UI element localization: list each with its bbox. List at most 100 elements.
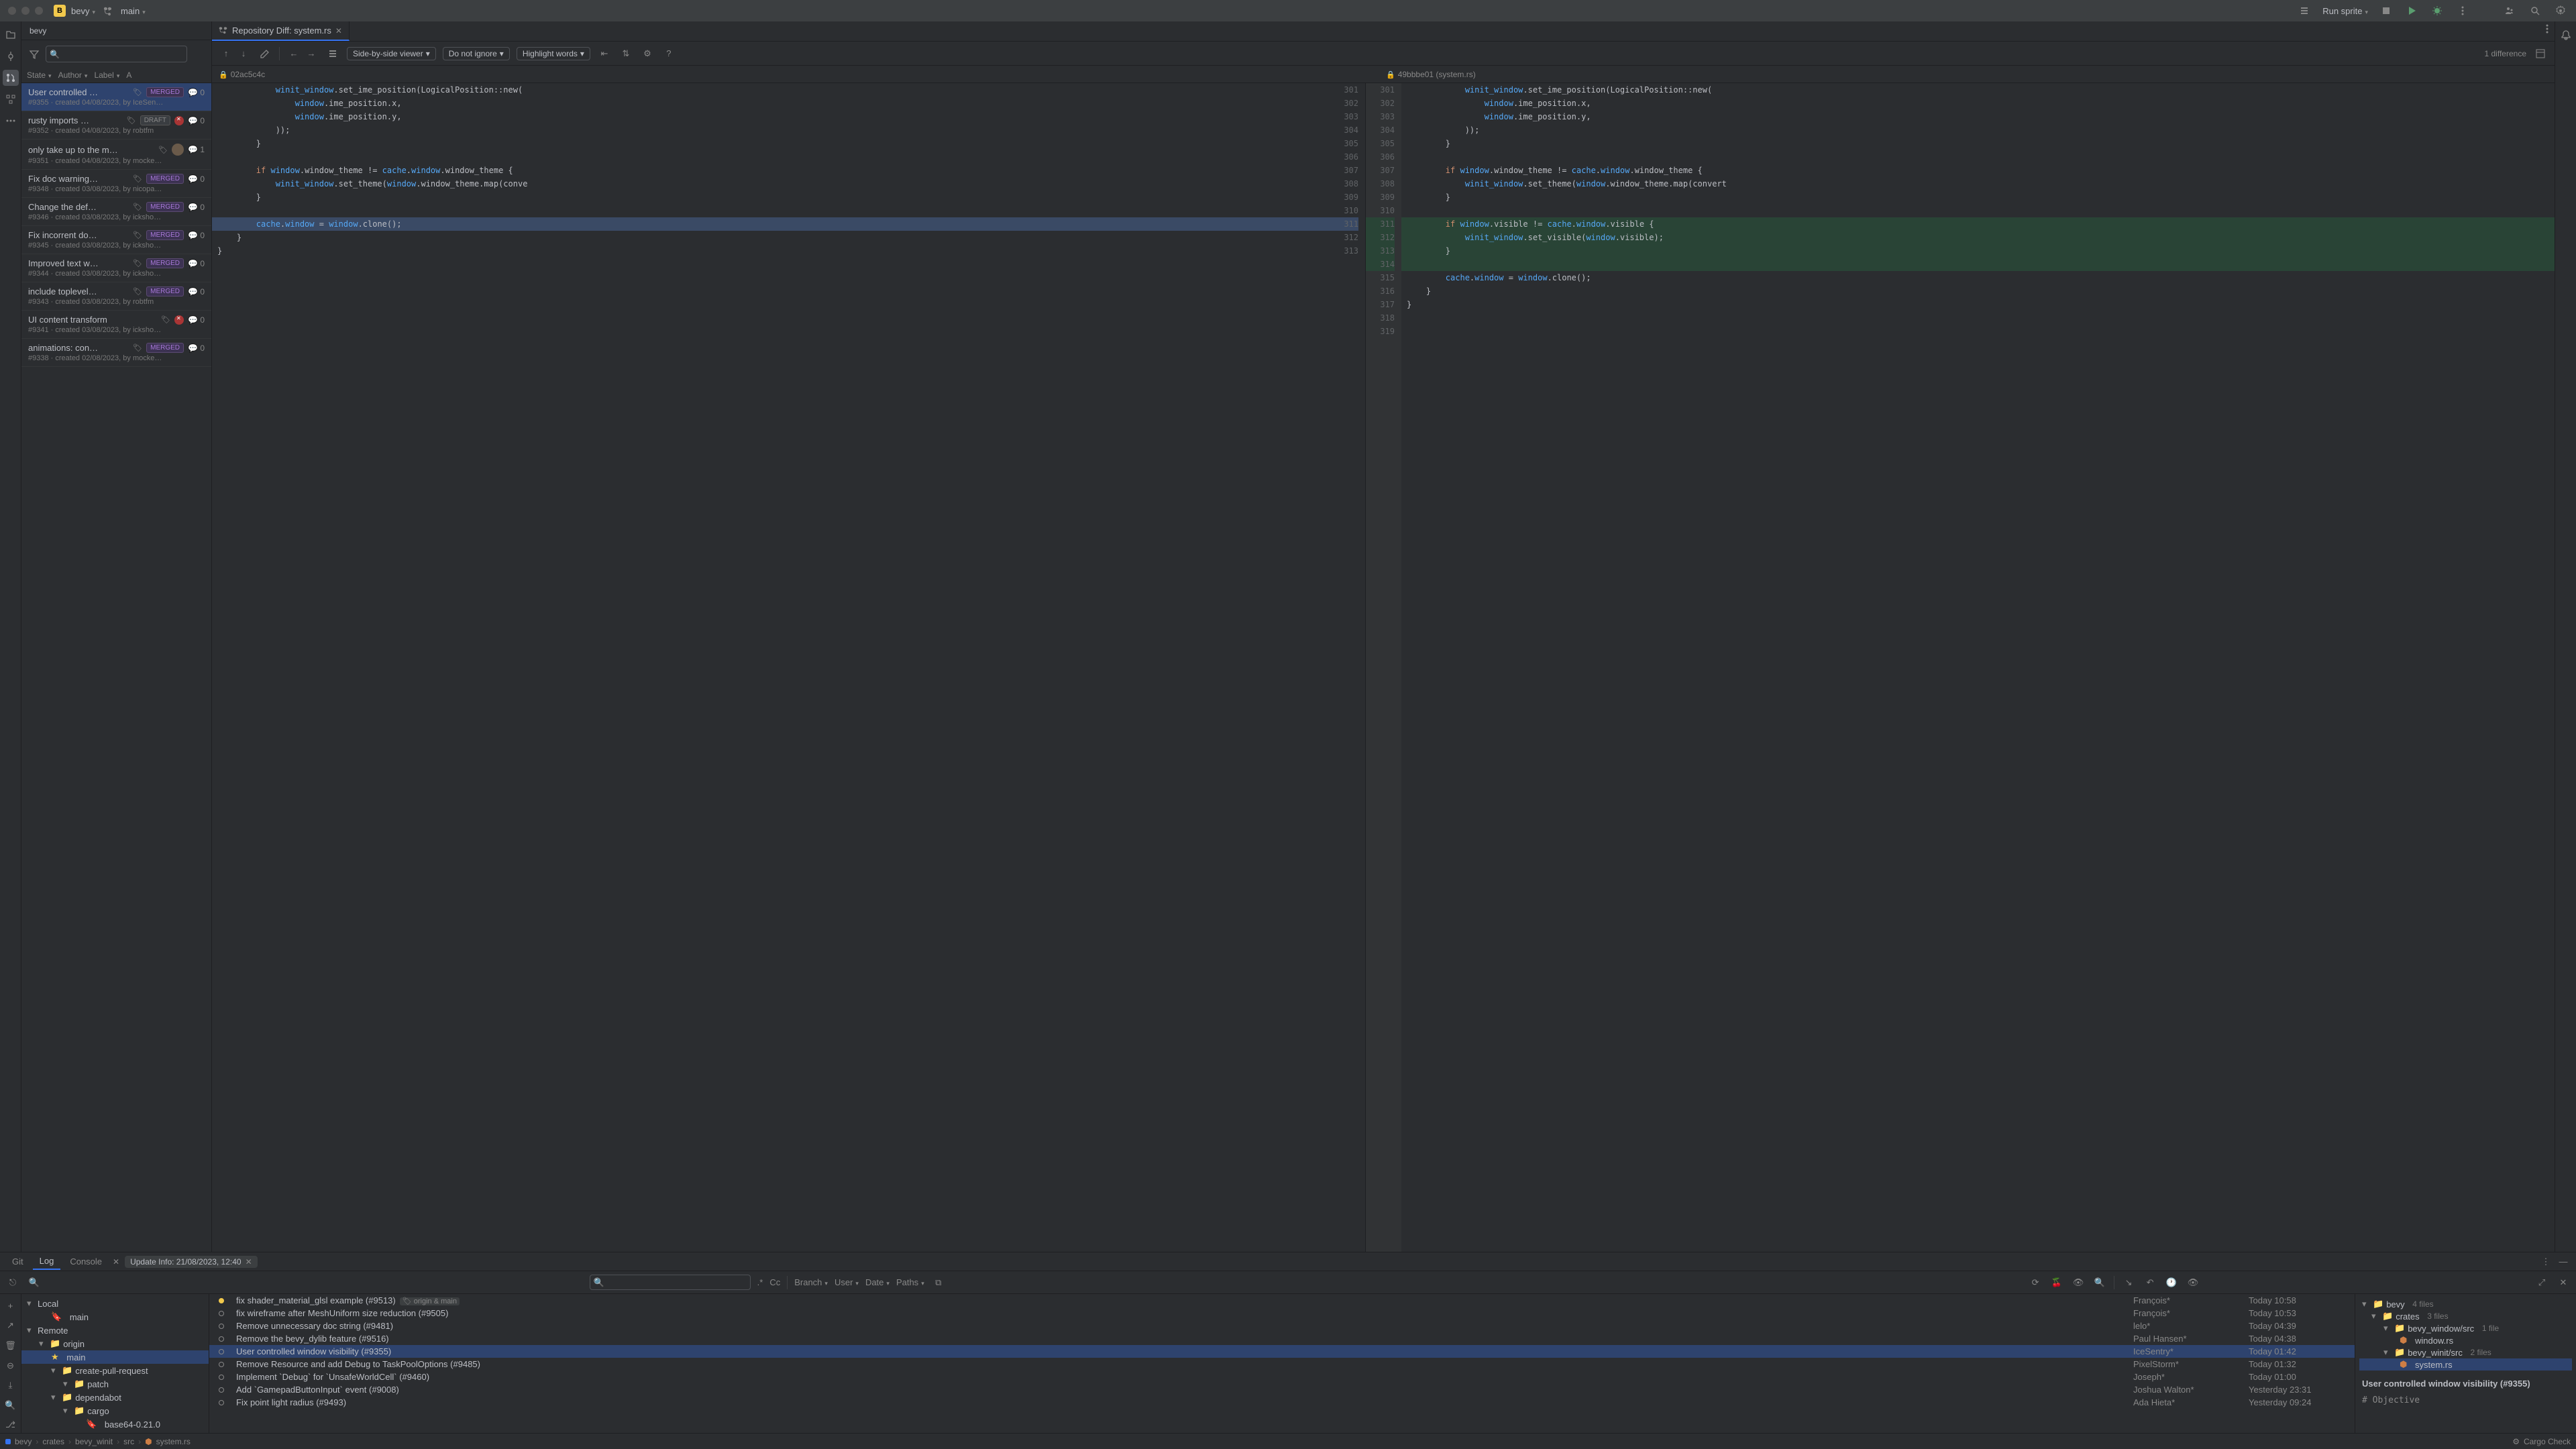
branch-row[interactable]: ▾Remote: [21, 1324, 209, 1337]
branch-row[interactable]: ▾📁origin: [21, 1337, 209, 1350]
maximize-window[interactable]: [35, 7, 43, 15]
close-chip-icon[interactable]: ✕: [246, 1257, 252, 1267]
branch-row[interactable]: ★ main: [21, 1350, 209, 1364]
edit-icon[interactable]: [258, 46, 272, 61]
detail-window-rs[interactable]: window.rs: [2415, 1336, 2453, 1346]
branch-graph-icon[interactable]: ⎇: [3, 1417, 19, 1433]
commit-row[interactable]: Remove the bevy_dylib feature (#9516)Pau…: [209, 1332, 2355, 1345]
more-icon[interactable]: [2455, 3, 2470, 18]
forward-icon[interactable]: →: [304, 46, 319, 61]
panel-menu-icon[interactable]: ⋮: [2538, 1254, 2553, 1269]
prev-diff-icon[interactable]: ↑: [219, 46, 233, 61]
settings-icon[interactable]: [2553, 3, 2568, 18]
branch-row[interactable]: 🔖 main: [21, 1310, 209, 1324]
refresh-icon[interactable]: ⟳: [2028, 1275, 2043, 1290]
tab-console[interactable]: Console: [63, 1254, 109, 1269]
minimize-panel-icon[interactable]: —: [2556, 1254, 2571, 1269]
eye-icon[interactable]: 👁: [2071, 1275, 2086, 1290]
pr-item[interactable]: User controlled …🏷MERGED💬 0#9355 · creat…: [21, 83, 211, 111]
breadcrumb[interactable]: crates: [42, 1437, 64, 1446]
highlight-mode-select[interactable]: Highlight words▾: [517, 47, 590, 60]
project-name-dropdown[interactable]: bevy: [71, 6, 95, 16]
sync-scroll-icon[interactable]: ⇅: [619, 46, 633, 61]
detail-bevy-window[interactable]: bevy_window/src: [2408, 1324, 2474, 1334]
minimize-window[interactable]: [21, 7, 30, 15]
tab-git[interactable]: Git: [5, 1254, 30, 1269]
close-detail-icon[interactable]: ✕: [2556, 1275, 2571, 1290]
viewer-mode-select[interactable]: Side-by-side viewer▾: [347, 47, 436, 60]
pr-item[interactable]: Change the def…🏷MERGED💬 0#9346 · created…: [21, 198, 211, 226]
tab-update-info[interactable]: Update Info: 21/08/2023, 12:40 ✕: [125, 1256, 258, 1268]
pr-item[interactable]: animations: con…🏷MERGED💬 0#9338 · create…: [21, 339, 211, 367]
breadcrumb[interactable]: src: [123, 1437, 134, 1446]
filter-state[interactable]: State: [27, 70, 52, 80]
go-to-icon[interactable]: ↘: [2121, 1275, 2136, 1290]
search-everywhere-icon[interactable]: [2528, 3, 2542, 18]
commit-row[interactable]: fix wireframe after MeshUniform size red…: [209, 1307, 2355, 1320]
pr-item[interactable]: Fix incorrent do…🏷MERGED💬 0#9345 · creat…: [21, 226, 211, 254]
close-console-icon[interactable]: ✕: [113, 1257, 119, 1267]
branch-row[interactable]: ▾📁patch: [21, 1377, 209, 1391]
log-search-input[interactable]: [590, 1275, 751, 1290]
debug-icon[interactable]: [2430, 3, 2445, 18]
checkout-icon[interactable]: ↗: [3, 1318, 19, 1334]
collaborate-icon[interactable]: [2502, 3, 2517, 18]
help-icon[interactable]: ?: [661, 46, 676, 61]
breadcrumb[interactable]: system.rs: [156, 1437, 191, 1446]
pr-item[interactable]: Improved text w…🏷MERGED💬 0#9344 · create…: [21, 254, 211, 282]
revert-icon[interactable]: ↶: [2143, 1275, 2157, 1290]
branch-row[interactable]: ▾Local: [21, 1297, 209, 1310]
log-search-icon[interactable]: 🔍: [27, 1275, 42, 1290]
commit-row[interactable]: Add `GamepadButtonInput` event (#9008)Jo…: [209, 1383, 2355, 1396]
ignore-mode-select[interactable]: Do not ignore▾: [443, 47, 510, 60]
pr-item[interactable]: rusty imports …🏷DRAFT💬 0#9352 · created …: [21, 111, 211, 140]
commit-row[interactable]: User controlled window visibility (#9355…: [209, 1345, 2355, 1358]
detail-root[interactable]: bevy: [2386, 1299, 2404, 1309]
delete-icon[interactable]: 🗑: [3, 1338, 19, 1354]
case-toggle[interactable]: Cc: [769, 1277, 780, 1287]
breadcrumb[interactable]: bevy: [15, 1437, 32, 1446]
layout-icon[interactable]: [2533, 46, 2548, 61]
pr-tool-icon[interactable]: [3, 70, 19, 86]
cherry-pick-icon[interactable]: 🍒: [2049, 1275, 2064, 1290]
pr-list[interactable]: User controlled …🏷MERGED💬 0#9355 · creat…: [21, 83, 211, 1252]
filter-more[interactable]: A: [126, 70, 131, 80]
branch-row[interactable]: 🔖 base64-0.21.0: [21, 1417, 209, 1431]
search-icon-2[interactable]: 🔍: [2092, 1275, 2107, 1290]
structure-tool-icon[interactable]: [3, 91, 19, 107]
commit-row[interactable]: Implement `Debug` for `UnsafeWorldCell` …: [209, 1371, 2355, 1383]
commit-row[interactable]: Remove Resource and add Debug to TaskPoo…: [209, 1358, 2355, 1371]
build-icon[interactable]: [2297, 3, 2312, 18]
stop-icon[interactable]: [2379, 3, 2394, 18]
next-diff-icon[interactable]: ↓: [236, 46, 251, 61]
pr-item[interactable]: only take up to the m…🏷💬 1#9351 · create…: [21, 140, 211, 170]
close-tab-icon[interactable]: ✕: [335, 26, 342, 36]
run-config-dropdown[interactable]: Run sprite: [2322, 6, 2368, 16]
filter-date[interactable]: Date: [865, 1277, 890, 1287]
project-tool-icon[interactable]: [3, 27, 19, 43]
commit-tool-icon[interactable]: [3, 48, 19, 64]
watch-icon[interactable]: 👁: [2186, 1275, 2200, 1290]
branch-row[interactable]: ▾📁dependabot: [21, 1391, 209, 1404]
list-icon[interactable]: [325, 46, 340, 61]
pr-item[interactable]: Fix doc warning…🏷MERGED💬 0#9348 · create…: [21, 170, 211, 198]
open-new-tab-icon[interactable]: ⧉: [931, 1275, 946, 1290]
branch-tree[interactable]: ▾Local🔖 main▾Remote▾📁origin★ main▾📁creat…: [21, 1294, 209, 1433]
branch-row[interactable]: ▾📁cargo: [21, 1404, 209, 1417]
collapse-icon[interactable]: ⇤: [597, 46, 612, 61]
back-icon[interactable]: ←: [286, 46, 301, 61]
compare-icon[interactable]: ⊖: [3, 1358, 19, 1374]
branch-dropdown[interactable]: main: [121, 6, 146, 16]
history-icon[interactable]: 🕐: [2164, 1275, 2179, 1290]
toggle-sidebar-icon[interactable]: ⎋: [5, 1275, 20, 1290]
pr-item[interactable]: UI content transform🏷💬 0#9341 · created …: [21, 311, 211, 339]
diff-viewer[interactable]: winit_window.set_ime_position(LogicalPos…: [212, 83, 2555, 1252]
editor-tab[interactable]: Repository Diff: system.rs ✕: [212, 21, 350, 41]
more-tools-icon[interactable]: [3, 113, 19, 129]
detail-system-rs[interactable]: system.rs: [2415, 1360, 2453, 1370]
commit-row[interactable]: Fix point light radius (#9493)Ada Hieta*…: [209, 1396, 2355, 1409]
filter-branch[interactable]: Branch: [794, 1277, 828, 1287]
filter-label[interactable]: Label: [94, 70, 119, 80]
fetch-icon[interactable]: ⤓: [3, 1377, 19, 1393]
branch-row[interactable]: ▾📁create-pull-request: [21, 1364, 209, 1377]
